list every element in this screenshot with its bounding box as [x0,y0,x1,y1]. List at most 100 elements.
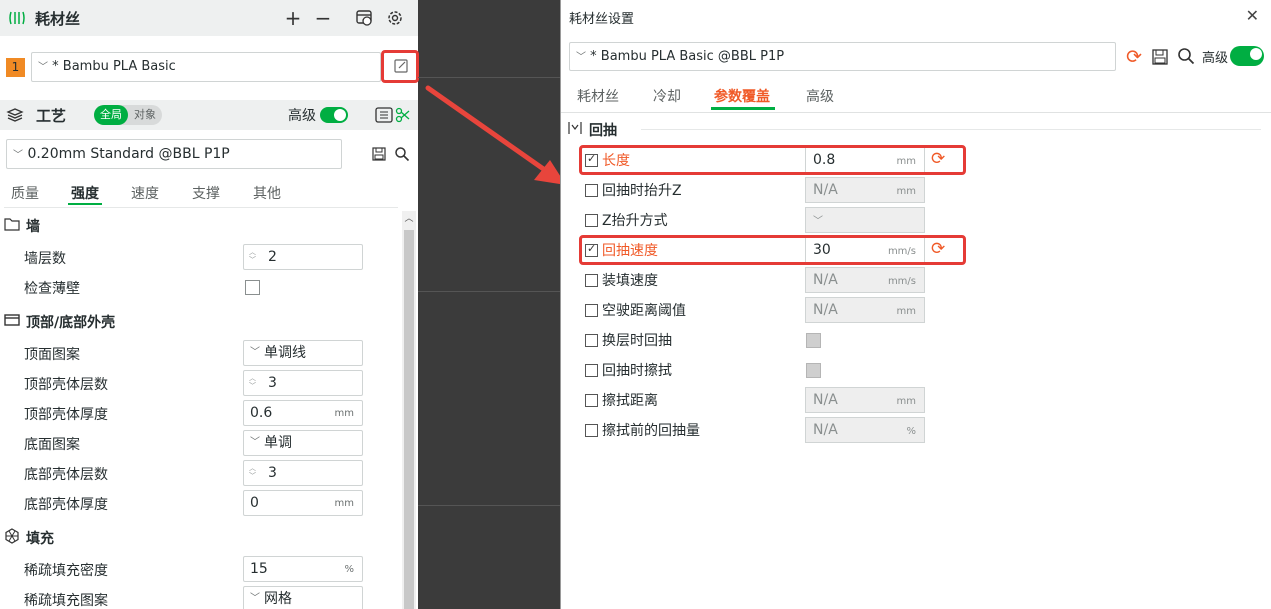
save-icon[interactable] [1151,48,1169,66]
scrollbar-thumb[interactable] [404,230,414,609]
top-pattern-label: 顶面图案 [24,347,80,363]
chevron-down-icon: ﹀ [250,347,260,358]
compare-icon[interactable] [395,106,411,124]
dialog-title: 耗材丝设置 [569,12,635,27]
travel-threshold-checkbox[interactable] [585,303,598,317]
reset-icon[interactable]: ⟳ [1124,46,1144,68]
bottom-layers-label: 底部壳体层数 [24,467,108,483]
plate-grid-line [418,291,560,292]
z-hop-type-select: ﹀ [805,207,925,233]
z-hop-input: N/A mm [805,177,925,203]
active-tab-indicator [711,107,775,110]
process-preset-select[interactable]: ﹀ 0.20mm Standard @BBL P1P [6,139,342,169]
scope-object-option[interactable]: 对象 [128,105,162,125]
deretraction-speed-label: 装填速度 [602,273,658,289]
retract-layer-change-label: 换层时回抽 [602,333,672,349]
tab-strength[interactable]: 强度 [71,183,99,203]
wipe-distance-label: 擦拭距离 [602,393,658,409]
filament-color-swatch[interactable]: 1 [6,58,25,77]
spinner-arrows-icon[interactable]: ︿ ﹀ [249,248,256,264]
layers-icon [6,106,24,124]
infill-pattern-select[interactable]: ﹀ 网格 [243,586,363,609]
wall-icon [4,217,20,235]
tabs-divider [4,207,398,208]
wipe-checkbox[interactable] [585,363,598,377]
z-hop-checkbox[interactable] [585,183,598,197]
plate-grid-line [418,505,560,506]
tab-setting-overrides[interactable]: 参数覆盖 [714,86,770,106]
bottom-thickness-value: 0 [250,495,259,511]
bottom-layers-input[interactable]: ︿ ﹀ 3 [243,460,363,486]
section-wall-title: 墙 [26,219,40,235]
section-shell: 顶部/底部外壳 [4,312,115,332]
infill-density-unit: % [344,564,354,575]
detect-thin-wall-checkbox[interactable] [245,280,260,295]
scope-switch[interactable]: 全局 对象 [94,105,162,125]
wall-loops-input[interactable]: ︿ ﹀ 2 [243,244,363,270]
wipe-distance-checkbox[interactable] [585,393,598,407]
advanced-toggle[interactable] [320,107,348,123]
section-shell-title: 顶部/底部外壳 [26,315,116,331]
tab-others[interactable]: 其他 [253,183,281,203]
filament-preset-select[interactable]: ﹀ * Bambu PLA Basic [31,52,381,82]
scope-global-option[interactable]: 全局 [94,105,128,125]
remove-icon[interactable]: − [314,6,332,30]
spinner-arrows-icon[interactable]: ︿ ﹀ [249,374,256,390]
section-divider [641,129,1261,130]
tab-filament[interactable]: 耗材丝 [577,86,619,106]
z-hop-label: 回抽时抬升Z [602,183,682,199]
deretraction-speed-row: 装填速度 [585,268,658,292]
section-retraction-title: 回抽 [589,123,617,139]
retraction-icon [567,120,583,140]
gear-icon[interactable] [386,9,404,27]
process-header: 工艺 高级 [0,100,418,130]
bottom-thickness-label: 底部壳体厚度 [24,497,108,513]
top-layers-label: 顶部壳体层数 [24,377,108,393]
infill-density-label: 稀疏填充密度 [24,563,108,579]
bottom-pattern-value: 单调 [264,435,292,451]
section-retraction: 回抽 [567,120,617,140]
travel-threshold-row: 空驶距离阈值 [585,298,686,322]
search-icon[interactable] [1176,46,1196,66]
tab-advanced[interactable]: 高级 [806,86,834,106]
section-infill-title: 填充 [26,531,54,547]
z-hop-type-checkbox[interactable] [585,213,598,227]
deretraction-speed-checkbox[interactable] [585,273,598,287]
length-highlight-box [579,145,966,175]
travel-threshold-label: 空驶距离阈值 [602,303,686,319]
close-icon[interactable]: ✕ [1246,6,1259,25]
top-thickness-input[interactable]: 0.6 mm [243,400,363,426]
dialog-advanced-label: 高级 [1202,51,1229,66]
bottom-thickness-input[interactable]: 0 mm [243,490,363,516]
tab-cooling[interactable]: 冷却 [653,86,681,106]
annotation-arrow [425,85,566,185]
scroll-up-icon[interactable]: ︿ [402,211,416,227]
filament-spool-icon [8,9,26,27]
search-icon[interactable] [393,145,411,163]
dialog-preset-select[interactable]: ﹀ * Bambu PLA Basic @BBL P1P [569,42,1116,71]
retract-before-wipe-unit: % [906,426,916,437]
travel-threshold-unit: mm [896,306,916,317]
bottom-pattern-select[interactable]: ﹀ 单调 [243,430,363,456]
top-layers-input[interactable]: ︿ ﹀ 3 [243,370,363,396]
infill-density-input[interactable]: 15 % [243,556,363,582]
filament-sync-icon[interactable] [355,9,373,27]
tab-speed[interactable]: 速度 [131,183,159,203]
save-icon[interactable] [371,146,387,162]
top-thickness-unit: mm [334,408,354,419]
add-icon[interactable]: + [284,6,302,30]
top-pattern-select[interactable]: ﹀ 单调线 [243,340,363,366]
spinner-arrows-icon[interactable]: ︿ ﹀ [249,464,256,480]
tab-support[interactable]: 支撑 [192,183,220,203]
speed-highlight-box [579,235,966,265]
retract-before-wipe-checkbox[interactable] [585,423,598,437]
list-icon[interactable] [375,106,393,124]
dialog-advanced-toggle[interactable] [1230,46,1264,66]
tab-quality[interactable]: 质量 [11,183,39,203]
tabs-divider [561,112,1271,113]
section-wall: 墙 [4,216,40,236]
retract-layer-change-checkbox[interactable] [585,333,598,347]
travel-threshold-input: N/A mm [805,297,925,323]
chevron-down-icon: ﹀ [576,52,586,63]
retract-layer-change-row: 换层时回抽 [585,328,672,352]
